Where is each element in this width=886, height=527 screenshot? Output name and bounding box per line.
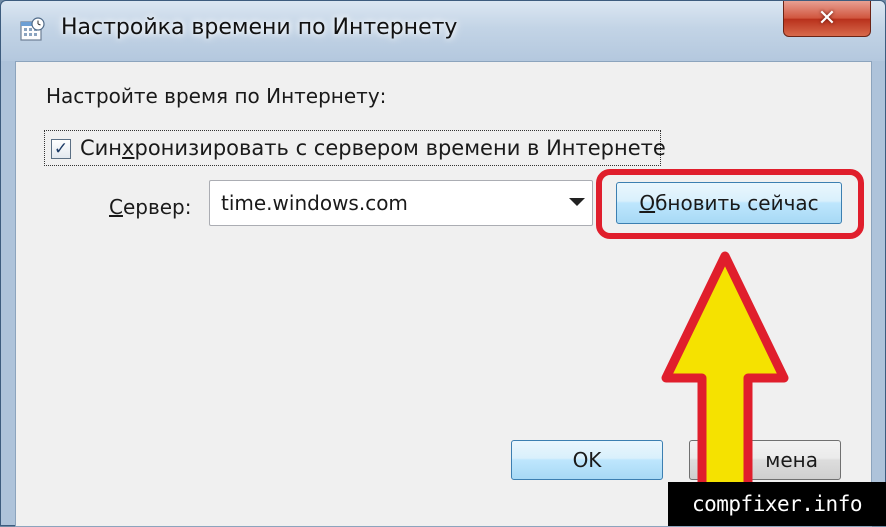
sync-checkbox-label: Синхронизировать с сервером времени в Ин… [80, 136, 666, 160]
dialog-heading: Настройте время по Интернету: [46, 84, 387, 108]
up-arrow-icon [661, 251, 789, 512]
title-bar[interactable]: Настройка времени по Интернету ✕ [1, 1, 885, 61]
server-label: Сервер: [109, 195, 192, 219]
dropdown-arrow-icon[interactable] [569, 198, 585, 206]
close-button[interactable]: ✕ [783, 1, 871, 37]
close-icon: ✕ [817, 6, 837, 31]
window-title: Настройка времени по Интернету [61, 15, 458, 40]
sync-checkbox-row[interactable]: ✓ Синхронизировать с сервером времени в … [44, 130, 666, 166]
sync-checkbox[interactable]: ✓ [51, 139, 71, 159]
ok-button[interactable]: OK [511, 440, 663, 480]
server-value: time.windows.com [221, 191, 408, 215]
ok-label: OK [572, 448, 602, 472]
server-combobox[interactable]: time.windows.com [209, 180, 593, 226]
checkmark-icon: ✓ [53, 139, 69, 159]
watermark: compfixer.info [668, 482, 886, 526]
clock-calendar-icon [20, 17, 45, 41]
highlight-ring [596, 169, 864, 239]
